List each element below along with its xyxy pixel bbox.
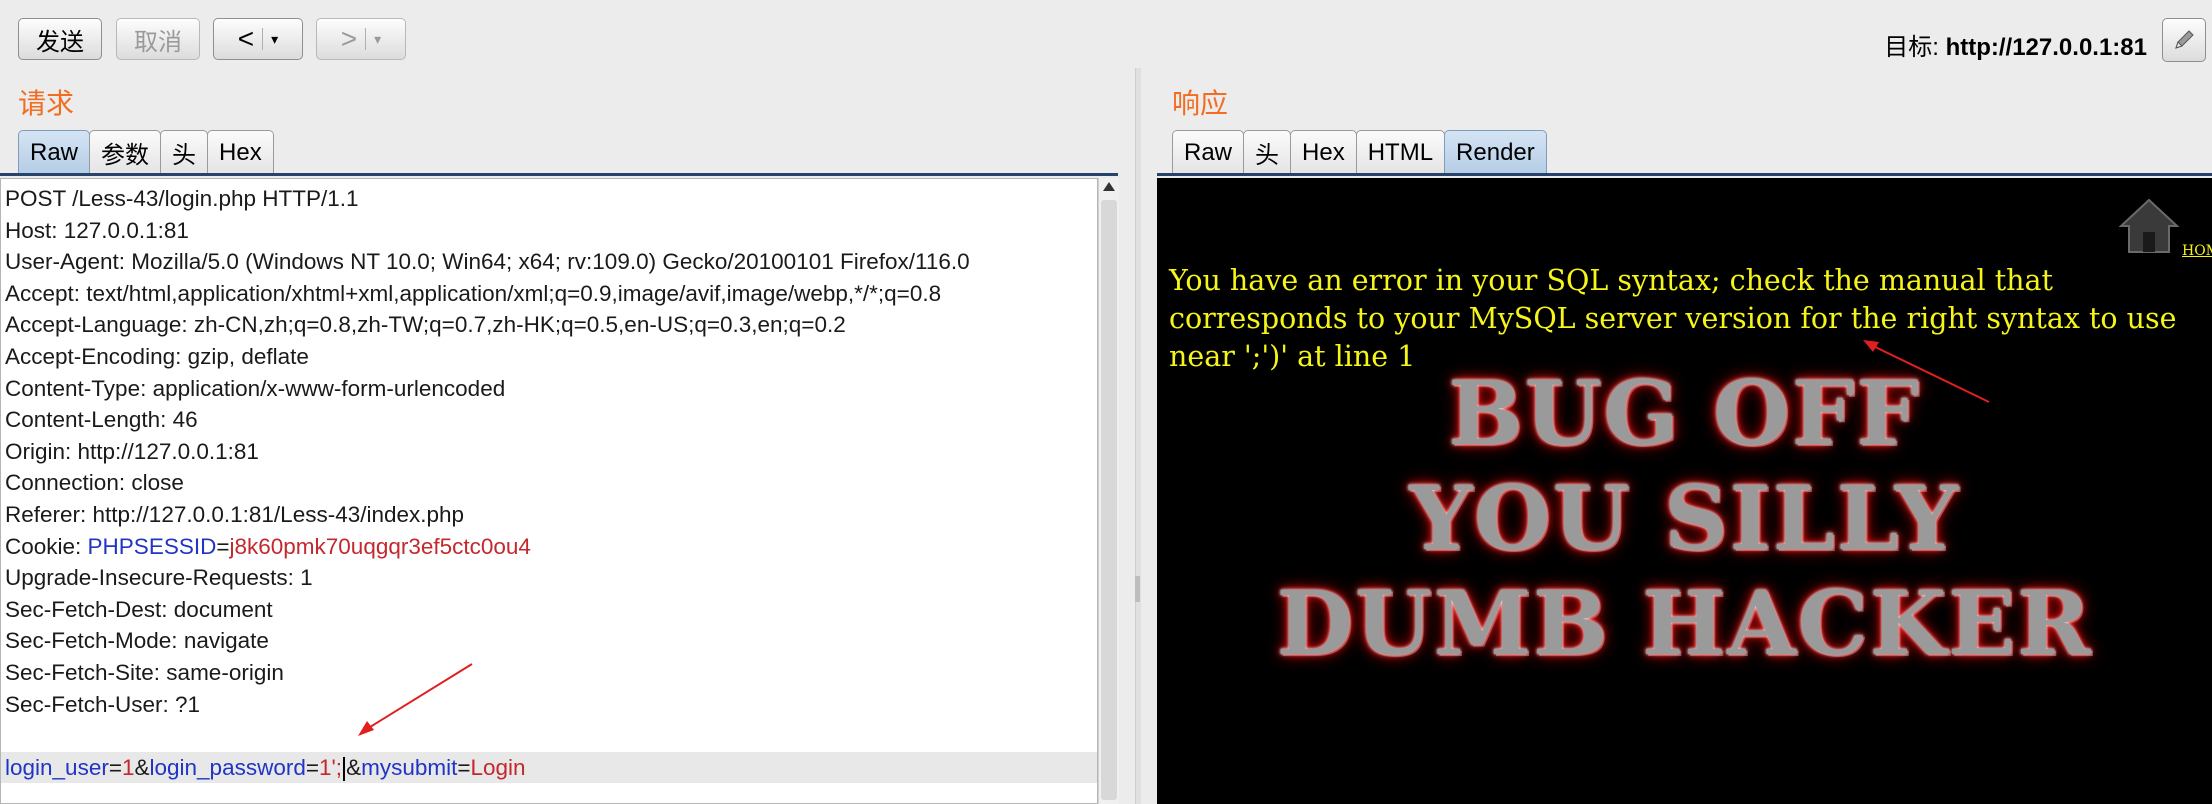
request-line: Host: 127.0.0.1:81 — [5, 217, 189, 243]
request-title: 请求 — [18, 87, 75, 120]
split-grip[interactable] — [1135, 576, 1140, 602]
cookie-name: PHPSESSID — [87, 533, 217, 559]
forward-button[interactable]: > ▾ — [316, 18, 406, 60]
cancel-button[interactable]: 取消 — [116, 18, 200, 60]
chevron-down-icon: ▾ — [374, 30, 382, 47]
param-eq: = — [108, 754, 122, 780]
param-eq: = — [457, 754, 471, 780]
tab-params[interactable]: 参数 — [89, 130, 162, 174]
annotation-arrow — [358, 663, 473, 736]
split-divider[interactable] — [1135, 68, 1141, 804]
send-button-label: 发送 — [36, 28, 84, 56]
request-line: Accept: text/html,application/xhtml+xml,… — [5, 280, 942, 306]
param-key: login_password — [149, 754, 306, 780]
banner-line: DUMB HACKER — [1276, 571, 2093, 675]
cookie-value: j8k60pmk70uqgqr3ef5ctc0ou4 — [229, 533, 531, 559]
cookie-prefix: Cookie: — [5, 533, 88, 559]
separator — [262, 28, 264, 50]
param-amp: & — [134, 754, 150, 780]
tab-render[interactable]: Render — [1444, 130, 1547, 174]
param-key: mysubmit — [361, 754, 458, 780]
home-link[interactable]: HOME — [2182, 243, 2212, 259]
request-tab-underline — [0, 173, 1118, 176]
back-button[interactable]: < ▾ — [213, 18, 303, 60]
cookie-eq: = — [216, 533, 230, 559]
scroll-up-arrow-icon[interactable] — [1103, 182, 1115, 191]
back-arrow-icon: < — [237, 23, 255, 54]
home-icon[interactable] — [2117, 196, 2181, 256]
target-prefix: 目标: — [1884, 34, 1946, 61]
request-line: Referer: http://127.0.0.1:81/Less-43/ind… — [5, 501, 465, 527]
scrollbar-thumb[interactable] — [1101, 200, 1117, 800]
rendered-response: HOME You have an error in your SQL synta… — [1157, 178, 2212, 804]
target-url: http://127.0.0.1:81 — [1945, 34, 2147, 61]
request-line: Content-Type: application/x-www-form-url… — [5, 375, 506, 401]
pencil-icon — [2175, 30, 2194, 49]
cancel-button-label: 取消 — [134, 28, 182, 56]
response-title: 响应 — [1172, 87, 1229, 120]
request-line: Sec-Fetch-Dest: document — [5, 596, 273, 622]
tab-headers[interactable]: 头 — [160, 130, 209, 174]
edit-target-button[interactable] — [2162, 18, 2206, 62]
banner-line: YOU SILLY — [1409, 466, 1960, 570]
request-line: Accept-Encoding: gzip, deflate — [5, 343, 309, 369]
request-line: Origin: http://127.0.0.1:81 — [5, 438, 259, 464]
forward-arrow-icon: > — [340, 23, 358, 54]
request-tabs: Raw 参数 头 Hex — [18, 130, 274, 174]
tab-raw[interactable]: Raw — [18, 130, 91, 174]
request-line: Sec-Fetch-Mode: navigate — [5, 628, 269, 654]
banner-line: BUG OFF — [1448, 361, 1921, 465]
param-amp: & — [346, 754, 362, 780]
send-button[interactable]: 发送 — [18, 18, 102, 60]
request-line: Content-Length: 46 — [5, 407, 198, 433]
request-line: Accept-Language: zh-CN,zh;q=0.8,zh-TW;q=… — [5, 312, 846, 338]
chevron-down-icon: ▾ — [271, 30, 279, 47]
request-line: Sec-Fetch-User: ?1 — [5, 691, 201, 717]
param-value: 1 — [121, 754, 135, 780]
request-line: Upgrade-Insecure-Requests: 1 — [5, 565, 313, 591]
request-editor[interactable]: POST /Less-43/login.php HTTP/1.1 Host: 1… — [0, 178, 1098, 804]
request-line: Sec-Fetch-Site: same-origin — [5, 659, 284, 685]
request-body-line: login_user=1&login_password=1'; &mysubmit… — [1, 751, 1097, 784]
tab-hex[interactable]: Hex — [1290, 130, 1357, 174]
tab-html[interactable]: HTML — [1355, 130, 1446, 174]
param-key: login_user — [5, 754, 109, 780]
cookie-line: Cookie: PHPSESSID=j8k60pmk70uqgqr3ef5ctc… — [1, 531, 1097, 563]
request-line: User-Agent: Mozilla/5.0 (Windows NT 10.0… — [5, 249, 970, 275]
request-scrollbar[interactable] — [1098, 178, 1119, 804]
text-caret — [343, 756, 346, 781]
tab-hex[interactable]: Hex — [207, 130, 274, 174]
response-tab-underline — [1157, 173, 2212, 176]
param-value: 1'; — [319, 754, 343, 780]
tab-raw[interactable]: Raw — [1172, 130, 1245, 174]
annotation-arrow — [1863, 340, 1990, 403]
target-label: 目标: http://127.0.0.1:81 — [1884, 27, 2147, 62]
param-value: Login — [470, 754, 526, 780]
request-line: POST /Less-43/login.php HTTP/1.1 — [5, 186, 359, 211]
tab-headers[interactable]: 头 — [1243, 130, 1292, 174]
request-line: Connection: close — [5, 470, 184, 496]
separator — [365, 28, 367, 50]
response-tabs: Raw 头 Hex HTML Render — [1172, 130, 1547, 174]
sql-error-message: You have an error in your SQL syntax; ch… — [1169, 264, 2177, 373]
param-eq: = — [305, 754, 319, 780]
